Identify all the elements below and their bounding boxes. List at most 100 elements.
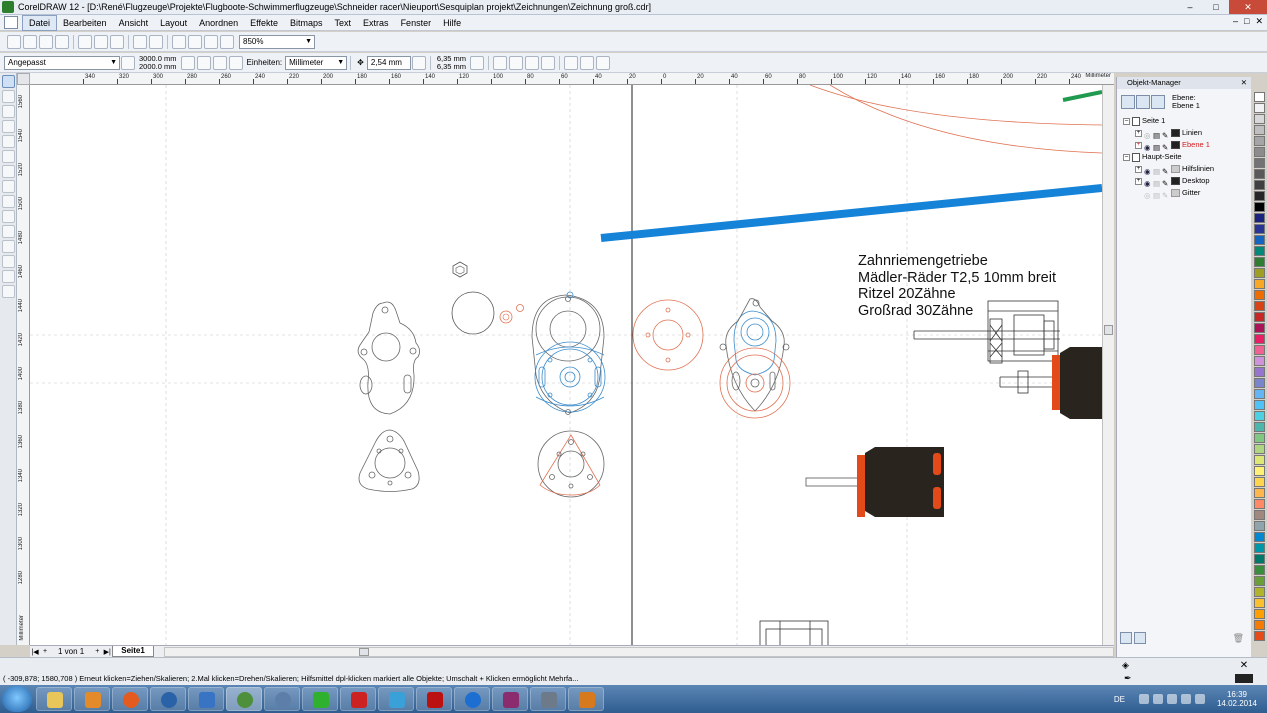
- tree-item-ebene-1[interactable]: + ◉ ▤ ✎ Ebene 1: [1117, 139, 1251, 152]
- tree-item-linien[interactable]: + ◎ ▤ ✎ Linien: [1117, 127, 1251, 140]
- tray-network-icon[interactable]: [1152, 694, 1163, 704]
- motor-bottom[interactable]: [805, 447, 944, 517]
- task-app10-icon[interactable]: [378, 687, 414, 711]
- collapse-icon[interactable]: –: [1123, 153, 1130, 161]
- task-app7-icon[interactable]: [264, 687, 300, 711]
- outline-swatch[interactable]: [1235, 674, 1253, 683]
- hex-nut[interactable]: [452, 261, 468, 278]
- all-pages-icon[interactable]: [228, 55, 243, 70]
- minimize-button[interactable]: –: [1177, 0, 1203, 14]
- small-gear-orange[interactable]: [719, 347, 791, 419]
- text-tool-icon[interactable]: [2, 210, 15, 223]
- menu-extras[interactable]: Extras: [357, 16, 395, 30]
- docker-close-icon[interactable]: ✕: [1241, 77, 1247, 89]
- palette-swatch[interactable]: [1254, 279, 1265, 289]
- eyedropper-tool-icon[interactable]: [2, 240, 15, 253]
- expand-icon[interactable]: +: [1135, 141, 1142, 149]
- doc-minimize-button[interactable]: –: [1233, 16, 1238, 27]
- vertical-scroll-thumb[interactable]: [1104, 325, 1113, 335]
- blue-bar[interactable]: [600, 184, 1102, 242]
- menu-effekte[interactable]: Effekte: [244, 16, 284, 30]
- tree-item-haupt-seite[interactable]: – Haupt-Seite: [1117, 151, 1251, 163]
- task-app4-icon[interactable]: [150, 687, 186, 711]
- tray-app-icon[interactable]: [1194, 694, 1205, 704]
- horizontal-scrollbar[interactable]: [163, 646, 1114, 657]
- fill-bucket-icon[interactable]: ◈: [1122, 660, 1129, 671]
- palette-swatch[interactable]: [1254, 389, 1265, 399]
- palette-swatch[interactable]: [1254, 620, 1265, 630]
- wing-arc-inner[interactable]: [829, 85, 1102, 154]
- clock[interactable]: 16:39 14.02.2014: [1217, 690, 1257, 708]
- palette-swatch[interactable]: [1254, 488, 1265, 498]
- corel-online-icon[interactable]: [220, 34, 234, 49]
- note-line-4[interactable]: Großrad 30Zähne: [858, 303, 973, 319]
- eye-icon[interactable]: ◉: [1144, 142, 1152, 152]
- motor-front-ring-right[interactable]: [1052, 355, 1060, 410]
- palette-swatch[interactable]: [1254, 92, 1265, 102]
- task-explorer-icon[interactable]: [36, 687, 72, 711]
- layer-color-swatch[interactable]: [1171, 189, 1180, 198]
- palette-swatch[interactable]: [1254, 158, 1265, 168]
- layer-manager-view-icon[interactable]: [1151, 95, 1165, 109]
- drawing-canvas[interactable]: Zahnriemengetriebe Mädler-Räder T2,5 10m…: [30, 85, 1102, 645]
- tiny-pulley-orange[interactable]: [516, 304, 524, 312]
- export-icon[interactable]: [188, 34, 202, 49]
- language-indicator[interactable]: DE: [1114, 695, 1125, 704]
- palette-swatch[interactable]: [1254, 444, 1265, 454]
- palette-swatch[interactable]: [1254, 246, 1265, 256]
- palette-swatch[interactable]: [1254, 191, 1265, 201]
- close-button[interactable]: ✕: [1229, 0, 1267, 14]
- polygon-tool-icon[interactable]: [2, 180, 15, 193]
- redo-icon[interactable]: [149, 34, 163, 49]
- fill-swatch[interactable]: ✕: [1235, 661, 1253, 671]
- open-icon[interactable]: [23, 34, 37, 49]
- palette-swatch[interactable]: [1254, 598, 1265, 608]
- add-page-before-icon[interactable]: +: [40, 648, 50, 655]
- snap-grid-icon[interactable]: [493, 55, 508, 70]
- draw-scale-icon[interactable]: [564, 55, 579, 70]
- palette-swatch[interactable]: [1254, 323, 1265, 333]
- task-app8-icon[interactable]: [302, 687, 338, 711]
- layer-color-swatch[interactable]: [1171, 165, 1180, 174]
- last-page-icon[interactable]: ▶|: [102, 648, 112, 656]
- nudge-spin-icon[interactable]: [411, 55, 426, 70]
- add-page-after-icon[interactable]: +: [92, 648, 102, 655]
- printer-icon[interactable]: ▤: [1153, 130, 1161, 140]
- pencil-icon[interactable]: ✎: [1162, 142, 1170, 152]
- task-coreldraw-icon[interactable]: [226, 687, 262, 711]
- eye-icon[interactable]: ◎: [1144, 190, 1152, 200]
- horizontal-ruler[interactable]: Millimeter 340 320 300 280 260 240 220 200 180 16…: [30, 73, 1114, 85]
- palette-swatch[interactable]: [1254, 532, 1265, 542]
- palette-swatch[interactable]: [1254, 510, 1265, 520]
- vertical-scrollbar[interactable]: [1102, 85, 1114, 645]
- interactive-blend-tool-icon[interactable]: [2, 225, 15, 238]
- snap-objects-icon[interactable]: [525, 55, 540, 70]
- cut-icon[interactable]: [78, 34, 92, 49]
- duplicate-distance[interactable]: 6,35 mm 6,35 mm: [437, 54, 466, 71]
- palette-swatch[interactable]: [1254, 169, 1265, 179]
- coreldraw-app-icon[interactable]: [2, 1, 14, 13]
- print-icon[interactable]: [55, 34, 69, 49]
- page-tab-seite1[interactable]: Seite1: [112, 646, 154, 657]
- small-gearbox-blue[interactable]: [733, 310, 777, 376]
- palette-swatch[interactable]: [1254, 609, 1265, 619]
- palette-swatch[interactable]: [1254, 543, 1265, 553]
- tray-show-hidden-icon[interactable]: [1138, 694, 1149, 704]
- task-firefox-icon[interactable]: [112, 687, 148, 711]
- copy-icon[interactable]: [94, 34, 108, 49]
- small-pulley-orange[interactable]: [499, 310, 513, 324]
- printer-icon[interactable]: ▤: [1153, 166, 1161, 176]
- zoom-combo[interactable]: 850% ▼: [239, 34, 315, 49]
- palette-swatch[interactable]: [1254, 224, 1265, 234]
- palette-swatch[interactable]: [1254, 466, 1265, 476]
- palette-swatch[interactable]: [1254, 301, 1265, 311]
- doc-close-button[interactable]: ✕: [1255, 16, 1263, 27]
- palette-swatch[interactable]: [1254, 565, 1265, 575]
- printer-icon[interactable]: ▤: [1153, 190, 1161, 200]
- save-icon[interactable]: [39, 34, 53, 49]
- triangle-plate-grey[interactable]: [358, 429, 420, 492]
- pick-tool-icon[interactable]: [2, 75, 15, 88]
- tray-flag-icon[interactable]: [1166, 694, 1177, 704]
- dynamic-guides-icon[interactable]: [541, 55, 556, 70]
- palette-swatch[interactable]: [1254, 213, 1265, 223]
